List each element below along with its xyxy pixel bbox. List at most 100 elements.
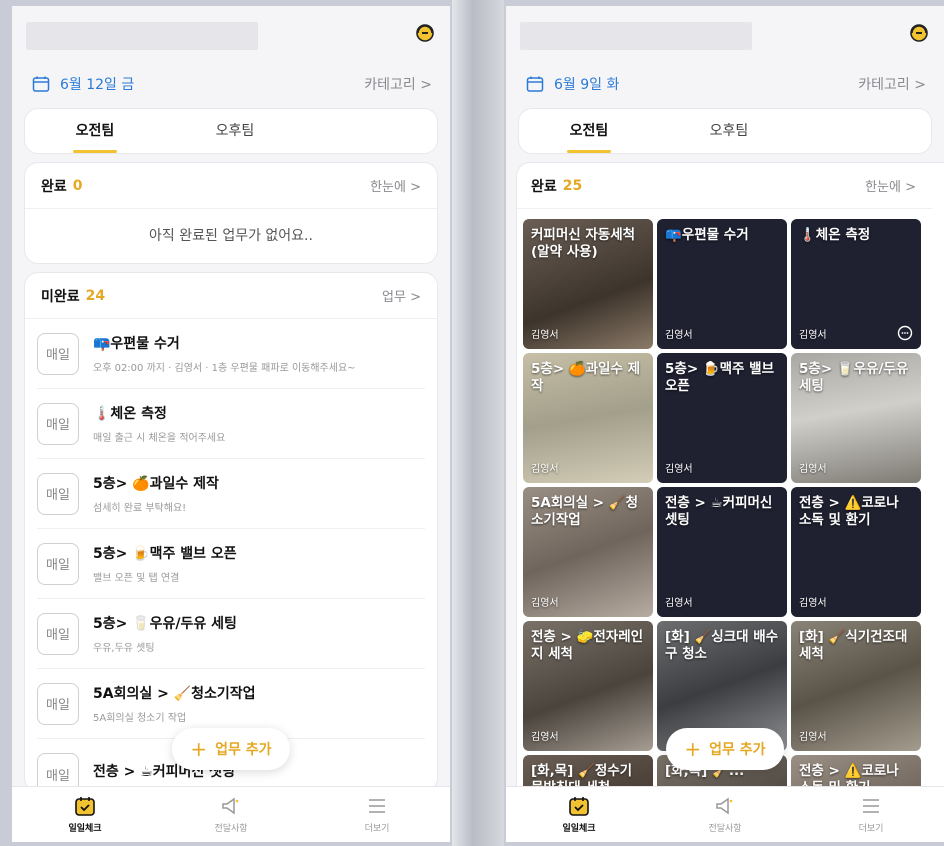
task-sub: 밸브 오픈 및 탭 연결 — [93, 573, 180, 584]
calendar-icon[interactable] — [32, 75, 50, 93]
done-count: 25 — [562, 177, 583, 194]
task-item[interactable]: 매일 🌡️체온 측정매일 출근 시 체온을 적어주세요 — [37, 389, 425, 459]
tile-assignee: 김영서 — [799, 732, 827, 743]
tile-label: 커피머신 자동세척 (알약 사용) — [531, 227, 636, 260]
tile-label: [화] 🧹싱크대 배수구 청소 — [665, 629, 779, 662]
plus-icon: + — [684, 737, 702, 761]
tab-morning-team[interactable]: 오전팀 — [25, 109, 165, 153]
tile-label: 🌡️체온 측정 — [799, 227, 871, 243]
tile-label: 전층 > ⚠️코로나 소독 및 환기 — [799, 495, 899, 528]
tile-assignee: 김영서 — [799, 598, 827, 609]
done-tile[interactable]: 🌡️체온 측정 김영서 — [791, 219, 921, 349]
tile-assignee: 김영서 — [531, 464, 559, 475]
task-sub: 5A회의실 청소기 작업 — [93, 713, 187, 724]
overview-link[interactable]: 한눈에 > — [370, 176, 421, 195]
top-bar — [12, 6, 450, 64]
daily-badge: 매일 — [37, 332, 79, 375]
tab-afternoon-team[interactable]: 오후팀 — [659, 109, 799, 153]
plus-icon: + — [190, 737, 208, 761]
category-link[interactable]: 카테고리 > — [858, 74, 926, 94]
calendar-icon[interactable] — [526, 75, 544, 93]
task-name: 📪우편물 수거 — [93, 336, 180, 352]
done-header: 완료 25 한눈에 > — [517, 163, 932, 209]
right-screen: 6월 9일 화 카테고리 > 오전팀 오후팀 완료 25 한눈에 > 커피머신 … — [506, 6, 944, 842]
tile-label: 5A회의실 > 🧹청소기작업 — [531, 495, 639, 528]
todo-card: 미완료 24 업무 > 매일 📪우편물 수거 오후 02:00 까지 · 김영서 … — [24, 272, 438, 795]
task-item[interactable]: 매일 5층> 🥛우유/두유 세팅우유,두유 셋팅 — [37, 599, 425, 669]
nav-label: 전달사항 — [708, 824, 742, 834]
calendar-check-icon — [569, 797, 589, 816]
task-sub: 우유,두유 셋팅 — [93, 643, 155, 654]
date-label[interactable]: 6월 9일 화 — [554, 74, 619, 94]
done-tile[interactable]: 전층 > ☕커피머신 셋팅 김영서 — [657, 487, 787, 617]
nav-notices[interactable]: 전달사항 — [158, 787, 304, 842]
daily-badge: 매일 — [37, 612, 79, 655]
date-row: 6월 9일 화 카테고리 > — [506, 64, 944, 104]
daily-badge: 매일 — [37, 682, 79, 725]
done-tile[interactable]: [화] 🧹식기건조대 세척김영서 — [791, 621, 921, 751]
menu-icon — [863, 799, 879, 813]
bottom-nav: 일일체크 전달사항 더보기 — [12, 786, 450, 842]
done-title: 완료 — [41, 178, 67, 195]
task-item[interactable]: 매일 5층> 🍊과일수 제작 섬세히 완료 부탁해요! — [37, 459, 425, 529]
date-row: 6월 12일 금 카테고리 > — [12, 64, 450, 104]
tile-assignee: 김영서 — [665, 330, 693, 341]
add-task-button[interactable]: + 업무 추가 — [172, 728, 290, 770]
task-name: 🌡️체온 측정 — [93, 406, 167, 422]
done-tile[interactable]: 5층> 🍺맥주 밸브 오픈 김영서 — [657, 353, 787, 483]
add-task-label: 업무 추가 — [709, 742, 766, 758]
team-tabs: 오전팀 오후팀 — [24, 108, 438, 154]
add-task-button[interactable]: + 업무 추가 — [666, 728, 784, 770]
tile-assignee: 김영서 — [665, 464, 693, 475]
tab-morning-team[interactable]: 오전팀 — [519, 109, 659, 153]
nav-daily-check[interactable]: 일일체크 — [12, 787, 158, 842]
overview-link[interactable]: 한눈에 > — [865, 176, 916, 195]
done-tile[interactable]: 전층 > 🧽전자레인지 세척 김영서 — [523, 621, 653, 751]
nav-notices[interactable]: 전달사항 — [652, 787, 798, 842]
task-name: 5층> 🍺맥주 밸브 오픈 — [93, 546, 237, 562]
nav-label: 더보기 — [364, 824, 390, 834]
calendar-check-icon — [75, 797, 95, 816]
tile-label: 5층> 🍊과일수 제작 — [531, 361, 641, 394]
todo-header: 미완료 24 업무 > — [25, 273, 437, 319]
done-tile[interactable]: 5층> 🥛우유/두유 세팅 김영서 — [791, 353, 921, 483]
megaphone-icon — [222, 797, 239, 815]
done-card: 완료 0 한눈에 > 아직 완료된 업무가 없어요.. — [24, 162, 438, 264]
support-headset-icon[interactable] — [908, 22, 930, 44]
nav-more[interactable]: 더보기 — [798, 787, 944, 842]
support-headset-icon[interactable] — [414, 22, 436, 44]
megaphone-icon — [716, 797, 733, 815]
add-task-label: 업무 추가 — [215, 742, 272, 758]
tile-assignee: 김영서 — [531, 598, 559, 609]
done-tile[interactable]: 5A회의실 > 🧹청소기작업김영서 — [523, 487, 653, 617]
daily-badge: 매일 — [37, 542, 79, 585]
daily-badge: 매일 — [37, 472, 79, 515]
tab-afternoon-team[interactable]: 오후팀 — [165, 109, 305, 153]
done-title: 완료 — [531, 178, 557, 195]
task-sub: 매일 출근 시 체온을 적어주세요 — [93, 433, 226, 444]
tile-label: 전층 > 🧽전자레인지 세척 — [531, 629, 644, 662]
date-label[interactable]: 6월 12일 금 — [60, 74, 134, 94]
task-name: 5층> 🥛우유/두유 세팅 — [93, 616, 237, 632]
done-tile[interactable]: 5층> 🍊과일수 제작김영서 — [523, 353, 653, 483]
todo-title: 미완료 — [41, 288, 80, 305]
tile-label: 5층> 🥛우유/두유 세팅 — [799, 361, 909, 394]
done-tile[interactable]: 📪우편물 수거 김영서 — [657, 219, 787, 349]
bottom-nav: 일일체크 전달사항 더보기 — [506, 786, 944, 842]
tile-label: [화] 🧹식기건조대 세척 — [799, 629, 908, 662]
daily-badge: 매일 — [37, 402, 79, 445]
done-tile[interactable]: 전층 > ⚠️코로나 소독 및 환기김영서 — [791, 487, 921, 617]
left-screen: 6월 12일 금 카테고리 > 오전팀 오후팀 완료 0 한눈에 > 아직 완료… — [12, 6, 450, 842]
tile-assignee: 김영서 — [665, 598, 693, 609]
nav-label: 전달사항 — [214, 824, 248, 834]
comment-icon[interactable] — [897, 325, 913, 341]
nav-more[interactable]: 더보기 — [304, 787, 450, 842]
nav-daily-check[interactable]: 일일체크 — [506, 787, 652, 842]
done-tile[interactable]: 커피머신 자동세척 (알약 사용) 김영서 — [523, 219, 653, 349]
done-count: 0 — [72, 177, 83, 194]
task-item[interactable]: 매일 5층> 🍺맥주 밸브 오픈밸브 오픈 및 탭 연결 — [37, 529, 425, 599]
category-link[interactable]: 카테고리 > — [364, 74, 432, 94]
nav-label: 더보기 — [858, 824, 884, 834]
tasks-link[interactable]: 업무 > — [382, 286, 421, 305]
task-item[interactable]: 매일 📪우편물 수거 오후 02:00 까지 · 김영서 · 1층 우편물 패파로… — [37, 319, 425, 389]
